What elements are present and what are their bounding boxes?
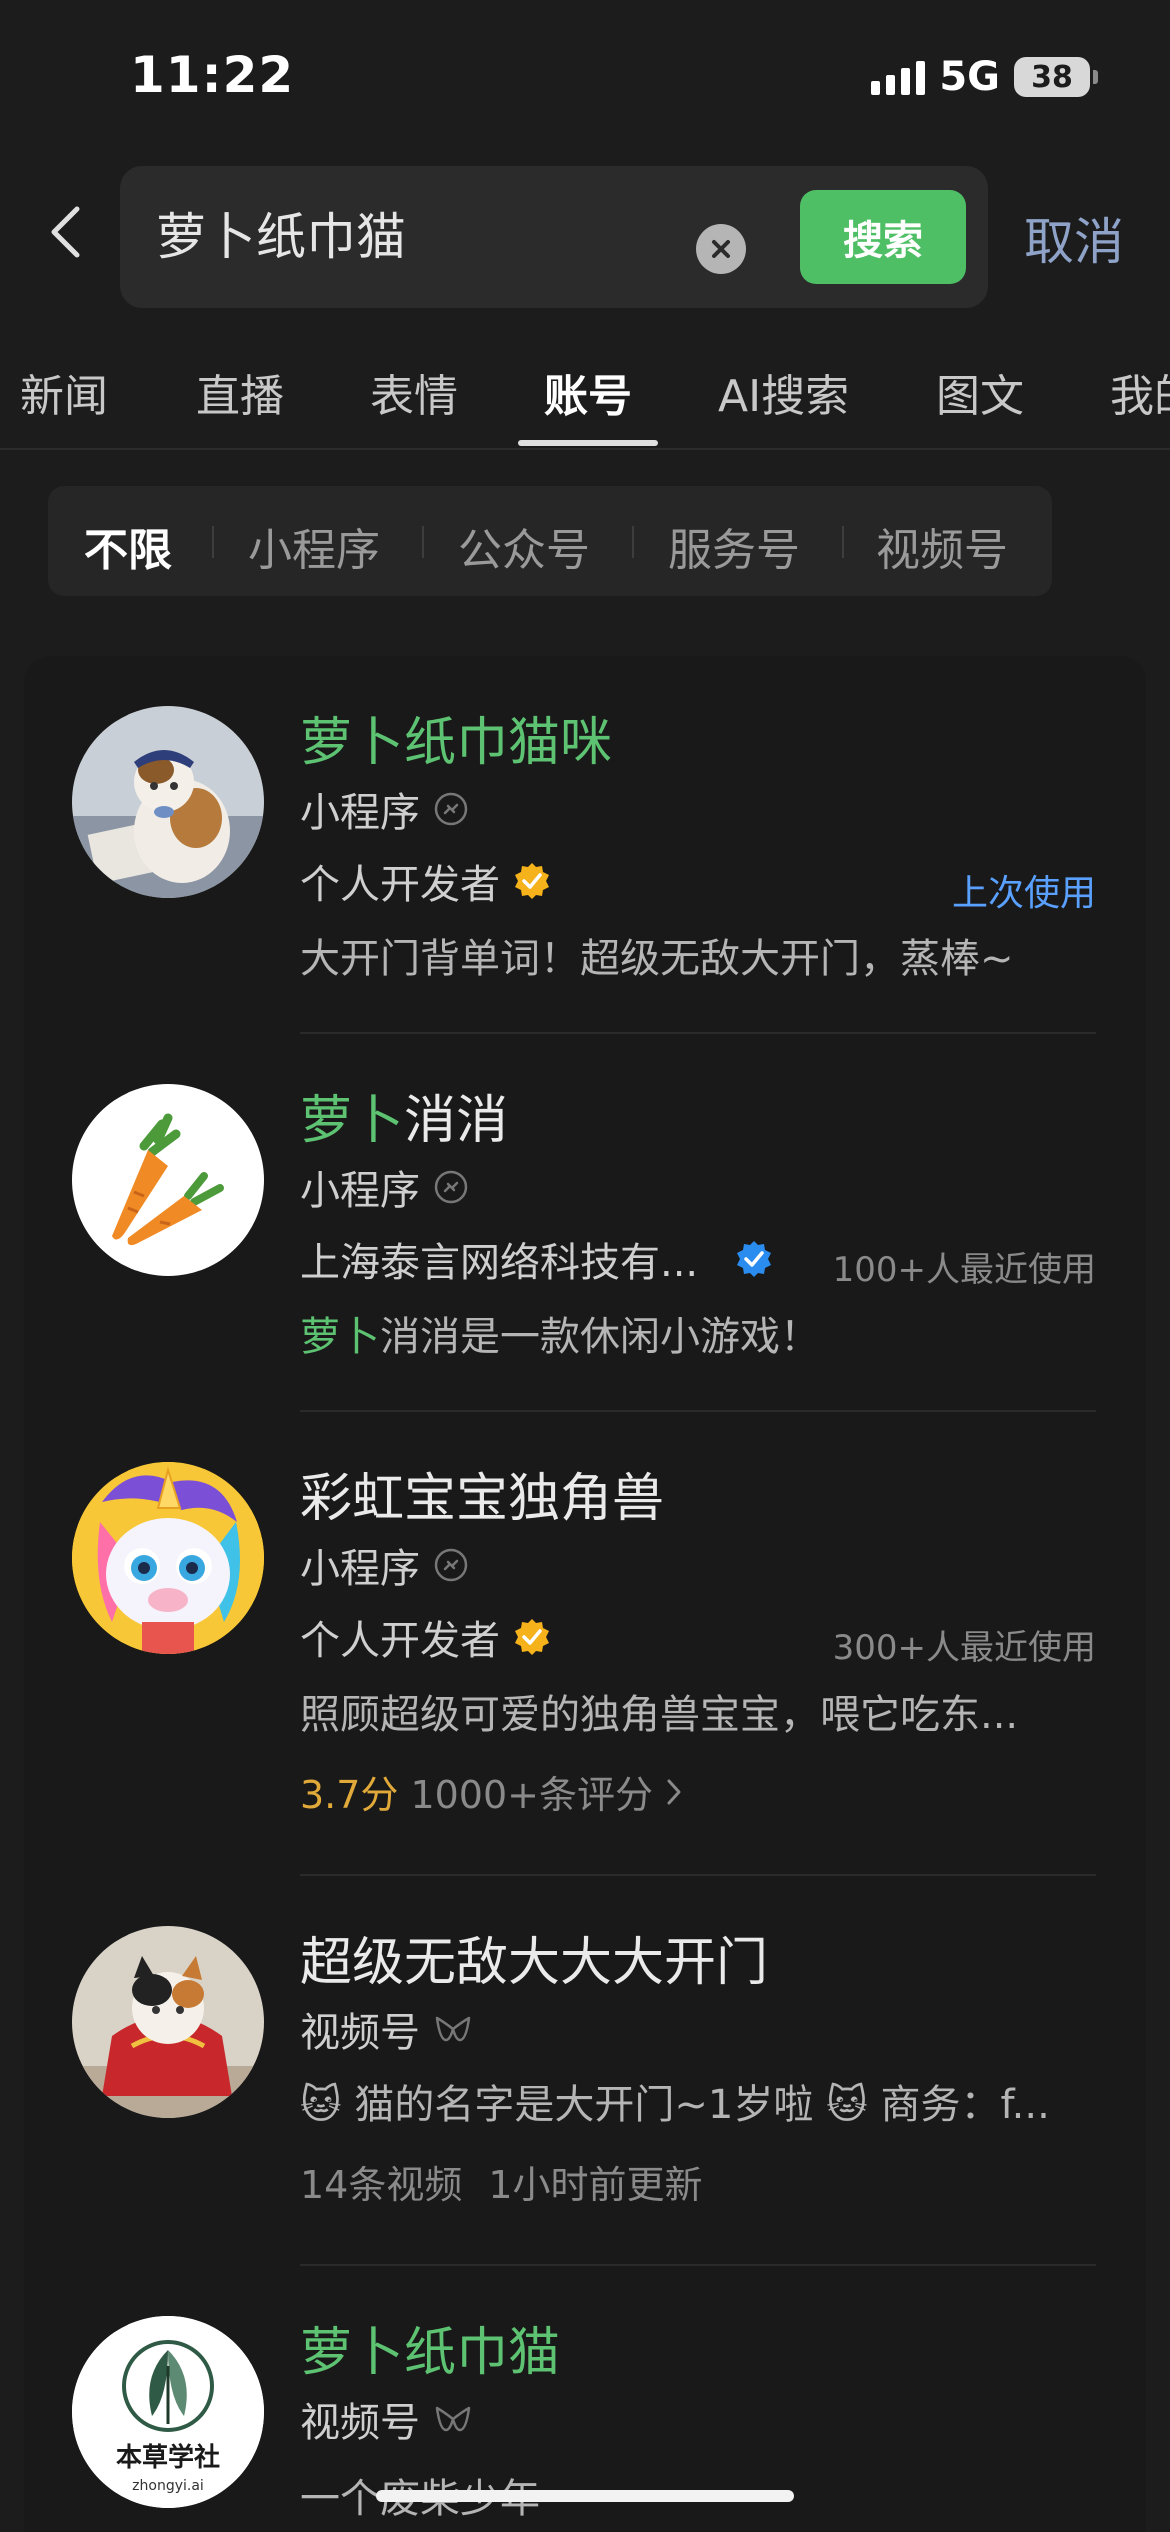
result-owner: 个人开发者 — [300, 1608, 552, 1666]
link-icon — [434, 1548, 468, 1582]
active-tab-indicator — [518, 440, 658, 446]
chevron-left-icon — [51, 206, 80, 258]
result-type-label: 小程序 — [300, 1168, 420, 1214]
avatar: 本草学社 zhongyi.ai — [72, 2316, 264, 2508]
owner-label: 个人开发者 — [300, 862, 500, 908]
results-list: 萝卜纸巾猫咪 小程序 个人开发者 上次使用 大开门背单词！超级无敌大开门，蒸棒~… — [24, 656, 1146, 2532]
avatar — [72, 1084, 264, 1276]
battery-level: 38 — [1031, 59, 1073, 95]
category-tabs: 新闻 直播 表情 账号 AI搜索 图文 我的 — [0, 340, 1170, 450]
last-used-label: 上次使用 — [951, 873, 1096, 914]
back-button[interactable] — [40, 202, 90, 262]
recent-users-label: 100+人最近使用 — [832, 1250, 1096, 1290]
result-type: 小程序 — [300, 1158, 468, 1216]
avatar — [72, 1926, 264, 2118]
filter-mini-program[interactable]: 小程序 — [248, 514, 380, 578]
list-item[interactable]: 萝卜纸巾猫咪 小程序 个人开发者 上次使用 大开门背单词！超级无敌大开门，蒸棒~ — [24, 656, 1146, 1034]
tab-accounts[interactable]: 账号 — [544, 360, 632, 424]
result-owner: 个人开发者 — [300, 852, 552, 910]
channel-stats: 14条视频 1小时前更新 — [300, 2154, 703, 2209]
avatar-logo-subtext: zhongyi.ai — [132, 2478, 204, 2494]
network-label: 5G — [939, 54, 1000, 100]
filter-divider — [632, 526, 634, 558]
status-bar: 11:22 5G 38 — [0, 0, 1170, 150]
result-description: 照顾超级可爱的独角兽宝宝，喂它吃东... — [300, 1692, 1019, 1738]
battery-icon: 38 — [1014, 57, 1098, 97]
channels-icon — [435, 2016, 471, 2042]
search-box: 搜索 — [120, 166, 988, 308]
search-button[interactable]: 搜索 — [800, 190, 966, 284]
channels-icon — [435, 2406, 471, 2432]
owner-label: 个人开发者 — [300, 1618, 500, 1664]
search-header: 搜索 取消 — [0, 150, 1170, 318]
list-item[interactable]: 萝卜消消 小程序 上海泰言网络科技有... 100+人最近使用 萝卜消消是一款休… — [24, 1034, 1146, 1412]
cancel-button[interactable]: 取消 — [1024, 202, 1124, 274]
avatar — [72, 706, 264, 898]
result-description: 大开门背单词！超级无敌大开门，蒸棒~ — [300, 936, 1014, 982]
result-description: 萝卜消消是一款休闲小游戏！ — [300, 1314, 820, 1360]
avatar-logo-text: 本草学社 — [116, 2442, 220, 2473]
filter-all[interactable]: 不限 — [84, 514, 172, 578]
result-type-label: 小程序 — [300, 1546, 420, 1592]
rating-count: 1000+条评分 — [410, 1773, 653, 1817]
list-item[interactable]: 彩虹宝宝独角兽 小程序 个人开发者 300+人最近使用 照顾超级可爱的独角兽宝宝… — [24, 1412, 1146, 1876]
gold-verified-icon — [515, 863, 549, 899]
result-description: 🐱 猫的名字是大开门~1岁啦 🐱 商务：f... — [300, 2082, 1050, 2128]
gold-verified-icon — [515, 1619, 549, 1655]
signal-icon — [871, 59, 926, 95]
filter-divider — [212, 526, 214, 558]
rating-score: 3.7分 — [300, 1773, 399, 1817]
chevron-right-icon — [667, 1779, 681, 1804]
filter-service-account[interactable]: 服务号 — [668, 514, 800, 578]
filter-channels[interactable]: 视频号 — [876, 514, 1008, 578]
status-time: 11:22 — [130, 46, 295, 104]
clear-search-button[interactable] — [696, 224, 746, 274]
home-indicator[interactable] — [376, 2490, 794, 2502]
tab-live[interactable]: 直播 — [196, 360, 284, 424]
link-icon — [434, 1170, 468, 1204]
result-type-label: 视频号 — [300, 2010, 420, 2056]
result-title: 超级无敌大大大开门 — [300, 1933, 769, 1993]
result-title: 萝卜消消 — [300, 1091, 509, 1151]
account-type-filter: 不限 小程序 公众号 服务号 视频号 — [48, 486, 1052, 596]
blue-verified-icon — [737, 1241, 772, 1277]
result-type: 小程序 — [300, 1536, 468, 1594]
filter-official-account[interactable]: 公众号 — [458, 514, 590, 578]
result-type: 视频号 — [300, 2390, 472, 2448]
tab-mine[interactable]: 我的 — [1110, 360, 1170, 424]
list-item[interactable]: 超级无敌大大大开门 视频号 🐱 猫的名字是大开门~1岁啦 🐱 商务：f... 1… — [24, 1876, 1146, 2266]
status-indicators: 5G 38 — [871, 54, 1098, 100]
result-title: 萝卜纸巾猫咪 — [300, 713, 613, 773]
updated-time: 1小时前更新 — [488, 2163, 703, 2207]
result-owner: 上海泰言网络科技有... — [300, 1230, 774, 1288]
tab-ai-search[interactable]: AI搜索 — [718, 360, 849, 424]
result-type-label: 小程序 — [300, 790, 420, 836]
close-icon — [712, 240, 730, 258]
result-type: 视频号 — [300, 2000, 472, 2058]
tab-news[interactable]: 新闻 — [20, 360, 108, 424]
result-type-label: 视频号 — [300, 2400, 420, 2446]
result-title: 萝卜纸巾猫 — [300, 2323, 561, 2383]
avatar — [72, 1462, 264, 1654]
rating-row[interactable]: 3.7分 1000+条评分 — [300, 1764, 683, 1819]
search-input[interactable] — [156, 204, 676, 262]
video-count: 14条视频 — [300, 2163, 463, 2207]
recent-users-label: 300+人最近使用 — [832, 1628, 1096, 1668]
filter-divider — [422, 526, 424, 558]
result-title: 彩虹宝宝独角兽 — [300, 1469, 665, 1529]
tab-stickers[interactable]: 表情 — [370, 360, 458, 424]
owner-label: 上海泰言网络科技有... — [300, 1240, 699, 1286]
result-type: 小程序 — [300, 780, 468, 838]
filter-divider — [842, 526, 844, 558]
tab-articles[interactable]: 图文 — [936, 360, 1024, 424]
link-icon — [434, 792, 468, 826]
